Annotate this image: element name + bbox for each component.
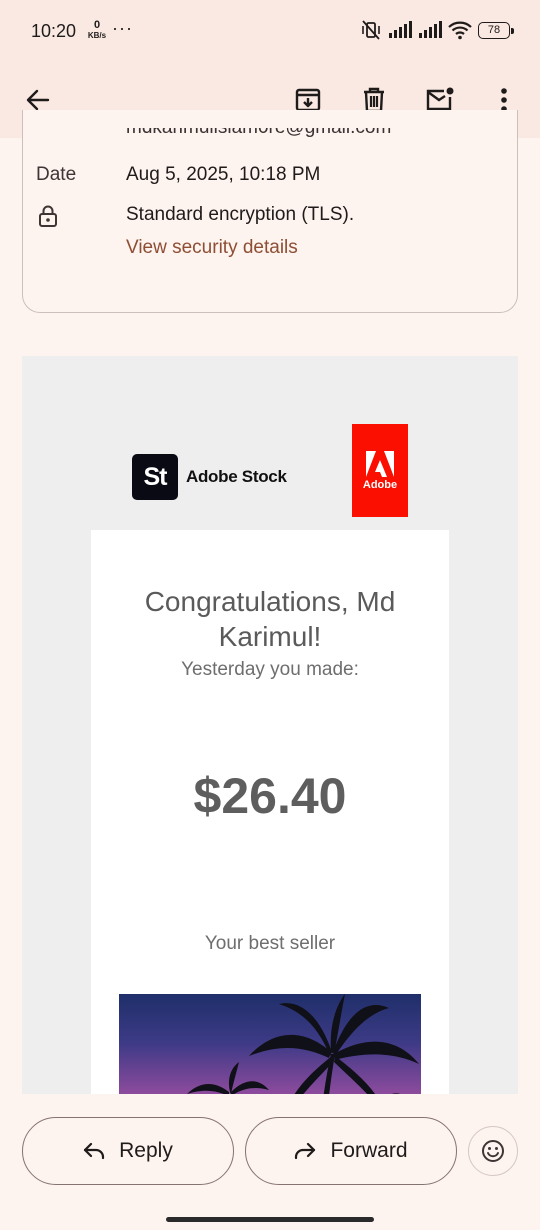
best-seller-image[interactable] (119, 994, 421, 1094)
adobe-a-icon (366, 450, 394, 477)
status-bar: 10:20 0 KB/s ··· 78 (0, 0, 540, 62)
sender-email-clipped: mdkarimulislam0re@gmail.com (126, 128, 391, 142)
signal-2-icon (419, 21, 442, 38)
reply-button[interactable]: Reply (22, 1117, 234, 1185)
forward-icon (295, 1142, 316, 1160)
email-body: St Adobe Stock Adobe Congratulations, Md… (22, 356, 518, 1094)
earnings-amount: $26.40 (193, 768, 347, 824)
view-security-details-link[interactable]: View security details (126, 237, 298, 259)
status-time: 10:20 (31, 21, 77, 41)
congrats-heading: Congratulations, Md Karimul! (144, 586, 396, 652)
vibrate-off-icon (362, 20, 380, 40)
date-value: Aug 5, 2025, 10:18 PM (126, 164, 321, 185)
earnings-subline: Yesterday you made: (181, 659, 359, 680)
wifi-icon (448, 21, 472, 40)
earnings-card: Congratulations, Md Karimul! Yesterday y… (91, 530, 449, 1094)
signal-1-icon (389, 21, 412, 38)
adobe-logo: Adobe (352, 424, 408, 517)
date-label: Date (36, 164, 77, 185)
reply-label: Reply (119, 1139, 173, 1162)
forward-label: Forward (330, 1139, 408, 1162)
message-actions: Reply Forward (0, 1094, 540, 1230)
lock-icon (38, 205, 58, 232)
network-speed-value: 0 (93, 19, 101, 31)
network-speed: 0 KB/s (86, 19, 108, 41)
stock-logo-name: Adobe Stock (186, 467, 287, 486)
home-indicator[interactable] (166, 1217, 374, 1222)
reply-icon (84, 1142, 105, 1160)
battery-indicator: 78 (478, 21, 514, 39)
emoji-reaction-button[interactable] (468, 1126, 518, 1176)
notification-overflow: ··· (112, 18, 133, 38)
status-icons: 78 (360, 20, 514, 40)
network-speed-unit: KB/s (87, 31, 107, 40)
stock-logo-mark: St (132, 454, 178, 500)
best-seller-label: Your best seller (204, 933, 336, 954)
adobe-stock-logo: St Adobe Stock (132, 454, 287, 500)
adobe-logo-word: Adobe (362, 478, 398, 491)
smiley-icon (482, 1140, 504, 1162)
forward-button[interactable]: Forward (245, 1117, 457, 1185)
encryption-text: Standard encryption (TLS). (126, 204, 355, 225)
